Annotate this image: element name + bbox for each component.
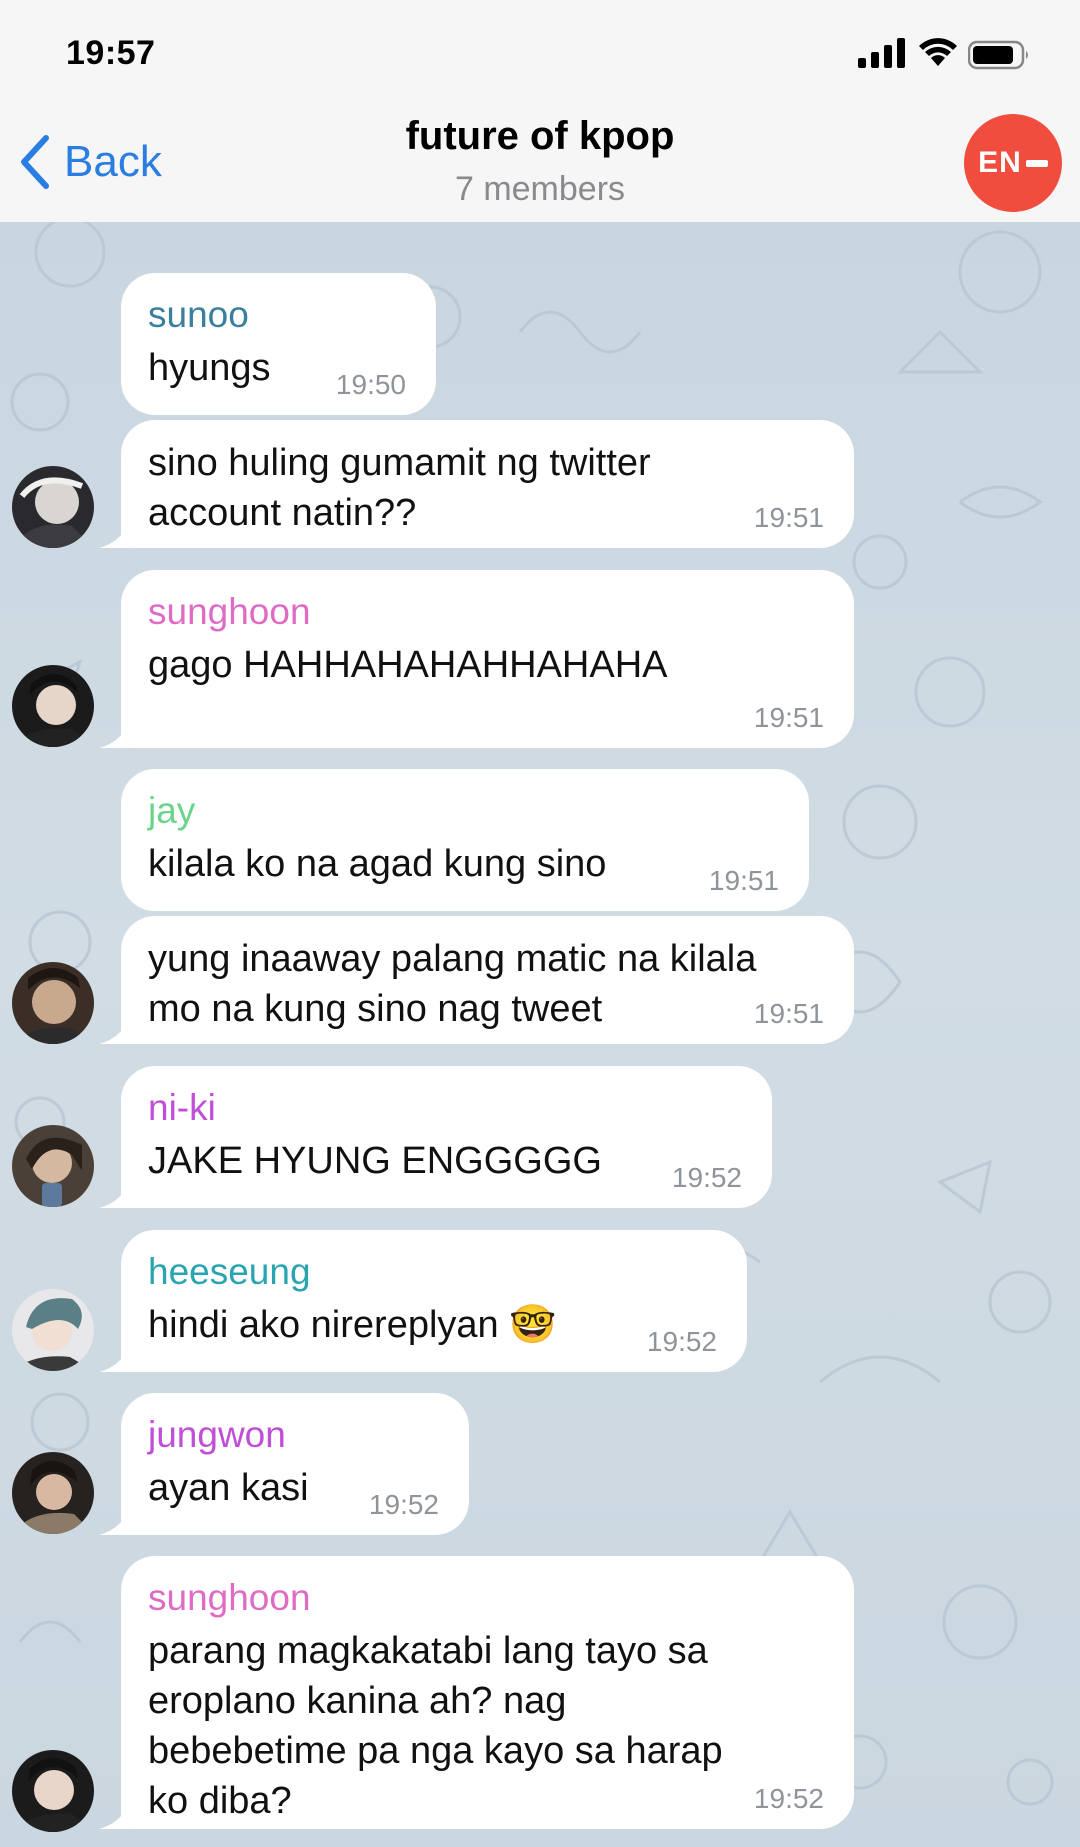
group-avatar-text: EN (978, 146, 1022, 179)
message-time: 19:51 (753, 502, 824, 533)
bubble-tail (99, 1803, 129, 1829)
bubble-tail (99, 1182, 129, 1208)
wifi-icon (919, 38, 957, 66)
bubble-tail (99, 1346, 129, 1372)
avatar[interactable] (12, 466, 94, 548)
message-time: 19:52 (671, 1162, 742, 1193)
cellular-signal-icon (858, 38, 905, 68)
members-count: 7 members (454, 170, 626, 208)
bubble-tail (99, 1018, 129, 1044)
chat-title[interactable]: future of kpop (0, 114, 1080, 159)
avatar[interactable] (12, 1750, 94, 1832)
message-time: 19:52 (368, 1489, 439, 1520)
message-text: parang magkakatabi lang tayo sa eroplano… (148, 1630, 723, 1822)
avatar[interactable] (12, 1289, 94, 1371)
message-bubble[interactable]: ni-ki JAKE HYUNG ENGGGGG 19:52 (99, 1066, 772, 1208)
message-bubble[interactable]: jungwon ayan kasi 19:52 (99, 1393, 469, 1535)
status-bar: 19:57 (0, 0, 1080, 104)
sender-name: jay (148, 790, 196, 831)
avatar[interactable] (12, 665, 94, 747)
message-text: hindi ako nirereplyan 🤓 (148, 1304, 557, 1346)
sender-name: ni-ki (148, 1087, 216, 1128)
avatar[interactable] (12, 1125, 94, 1207)
avatar[interactable] (12, 962, 94, 1044)
message-text: gago HAHHAHAHAHHAHAHA (148, 644, 668, 686)
message-time: 19:51 (753, 998, 824, 1029)
message-time: 19:52 (646, 1326, 717, 1357)
message-text: JAKE HYUNG ENGGGGG (148, 1140, 602, 1182)
bubble-tail (99, 722, 129, 748)
message-bubble[interactable]: sunghoon parang magkakatabi lang tayo sa… (99, 1556, 854, 1829)
message-text: yung inaaway palang matic na kilala mo n… (148, 938, 757, 1030)
message-bubble[interactable]: sunghoon gago HAHHAHAHAHHAHAHA 19:51 (99, 570, 854, 748)
sender-name: heeseung (148, 1251, 311, 1292)
chat-header: Back future of kpop 7 members EN (0, 104, 1080, 222)
group-avatar[interactable]: EN (964, 114, 1062, 212)
sender-name: sunghoon (148, 591, 311, 632)
message-bubble[interactable]: yung inaaway palang matic na kilala mo n… (99, 916, 854, 1044)
sender-name: sunoo (148, 294, 249, 335)
bubble-tail (99, 522, 129, 548)
message-time: 19:51 (708, 865, 779, 896)
battery-icon (968, 40, 1028, 70)
message-bubble[interactable]: heeseung hindi ako nirereplyan 🤓 19:52 (99, 1230, 747, 1372)
sender-name: jungwon (148, 1414, 286, 1455)
message-bubble[interactable]: jay kilala ko na agad kung sino 19:51 (121, 769, 809, 911)
status-time: 19:57 (66, 34, 156, 72)
message-bubble[interactable]: sunoo hyungs 19:50 (121, 273, 436, 415)
bubble-tail (99, 1509, 129, 1535)
avatar[interactable] (12, 1452, 94, 1534)
message-time: 19:51 (753, 702, 824, 733)
message-text: sino huling gumamit ng twitter account n… (148, 442, 651, 534)
message-text: kilala ko na agad kung sino (148, 843, 607, 885)
message-bubble[interactable]: sino huling gumamit ng twitter account n… (99, 420, 854, 548)
message-time: 19:50 (335, 369, 406, 400)
message-time: 19:52 (753, 1783, 824, 1814)
sender-name: sunghoon (148, 1577, 311, 1618)
